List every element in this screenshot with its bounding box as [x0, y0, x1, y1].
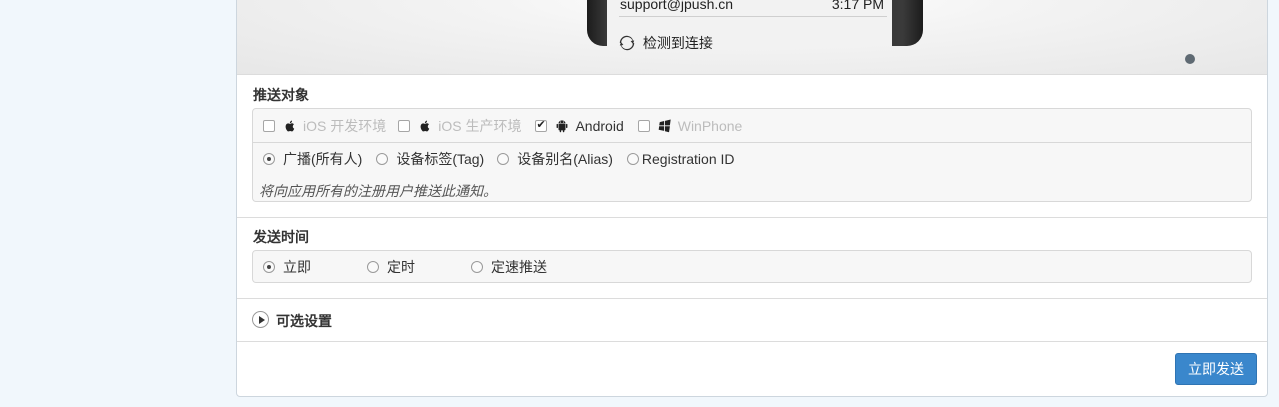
audience-registration-id-label: Registration ID: [641, 151, 735, 167]
platform-android-checkbox[interactable]: [535, 118, 548, 132]
target-section-title: 推送对象: [253, 87, 309, 103]
platform-row: iOS 开发环境 iOS 生产环境 Android: [253, 109, 1251, 143]
schedule-section-title: 发送时间: [253, 229, 309, 245]
notification-time: 3:17 PM: [831, 0, 884, 12]
platform-ios-prod[interactable]: iOS 生产环境: [398, 116, 521, 136]
section-divider: [237, 298, 1267, 299]
section-divider: [237, 217, 1267, 218]
audience-hint: 将向应用所有的注册用户推送此通知。: [259, 183, 497, 199]
schedule-rate-limited-radio[interactable]: [471, 261, 483, 273]
apple-icon: [285, 120, 295, 131]
android-icon: [557, 119, 568, 132]
schedule-row: 立即 定时 定速推送: [253, 253, 547, 281]
audience-alias-radio[interactable]: [497, 153, 510, 165]
optional-settings-toggle[interactable]: 可选设置: [276, 311, 332, 331]
audience-broadcast-radio[interactable]: [263, 153, 275, 165]
platform-ios-prod-label: iOS 生产环境: [438, 117, 522, 134]
audience-registration-id-radio[interactable]: [626, 153, 639, 165]
platform-winphone-checkbox[interactable]: [637, 119, 650, 132]
platform-winphone-label: WinPhone: [677, 117, 743, 134]
platform-android-label: Android: [575, 117, 624, 134]
schedule-box: 立即 定时 定速推送: [252, 250, 1252, 283]
schedule-timed[interactable]: 定时: [367, 257, 471, 277]
schedule-rate-limited-label: 定速推送: [491, 259, 547, 275]
notification-preview: support@jpush.cn 3:17 PM 检测到连接: [237, 0, 1267, 75]
section-divider: [237, 341, 1267, 342]
sync-icon: [619, 35, 635, 51]
platform-ios-dev[interactable]: iOS 开发环境: [263, 116, 386, 136]
expand-toggle-icon[interactable]: [252, 311, 269, 328]
schedule-now[interactable]: 立即: [263, 257, 367, 277]
audience-alias[interactable]: 设备别名(Alias): [497, 149, 613, 169]
send-now-button[interactable]: 立即发送: [1175, 353, 1257, 385]
audience-row: 广播(所有人) 设备标签(Tag) 设备别名(Alias) Registrati…: [253, 145, 735, 173]
audience-broadcast[interactable]: 广播(所有人): [263, 149, 362, 169]
audience-registration-id[interactable]: Registration ID: [626, 151, 735, 167]
audience-tag-radio[interactable]: [376, 153, 389, 165]
push-form-panel: support@jpush.cn 3:17 PM 检测到连接 推送对象 iOS …: [236, 0, 1268, 397]
notification-email: support@jpush.cn: [620, 0, 734, 12]
platform-ios-dev-checkbox[interactable]: [263, 119, 275, 132]
windows-icon: [658, 119, 671, 132]
notification-status-row: 检测到连接: [619, 33, 713, 53]
notification-header: support@jpush.cn 3:17 PM: [619, 0, 887, 17]
platform-ios-prod-checkbox[interactable]: [398, 119, 411, 132]
audience-alias-label: 设备别名(Alias): [517, 151, 613, 167]
target-box: iOS 开发环境 iOS 生产环境 Android: [252, 108, 1252, 202]
platform-android[interactable]: Android: [535, 117, 624, 134]
audience-broadcast-label: 广播(所有人): [283, 151, 363, 167]
platform-ios-dev-label: iOS 开发环境: [303, 117, 387, 134]
apple-icon: [420, 120, 430, 131]
audience-tag-label: 设备标签(Tag): [396, 151, 485, 167]
notification-status-text: 检测到连接: [642, 35, 713, 51]
schedule-timed-label: 定时: [387, 259, 415, 275]
schedule-rate-limited[interactable]: 定速推送: [471, 257, 547, 277]
platform-winphone[interactable]: WinPhone: [637, 117, 743, 134]
audience-tag[interactable]: 设备标签(Tag): [376, 149, 484, 169]
schedule-now-label: 立即: [283, 259, 311, 275]
carousel-dot[interactable]: [1185, 54, 1195, 64]
schedule-now-radio[interactable]: [263, 261, 275, 273]
schedule-timed-radio[interactable]: [367, 261, 379, 273]
